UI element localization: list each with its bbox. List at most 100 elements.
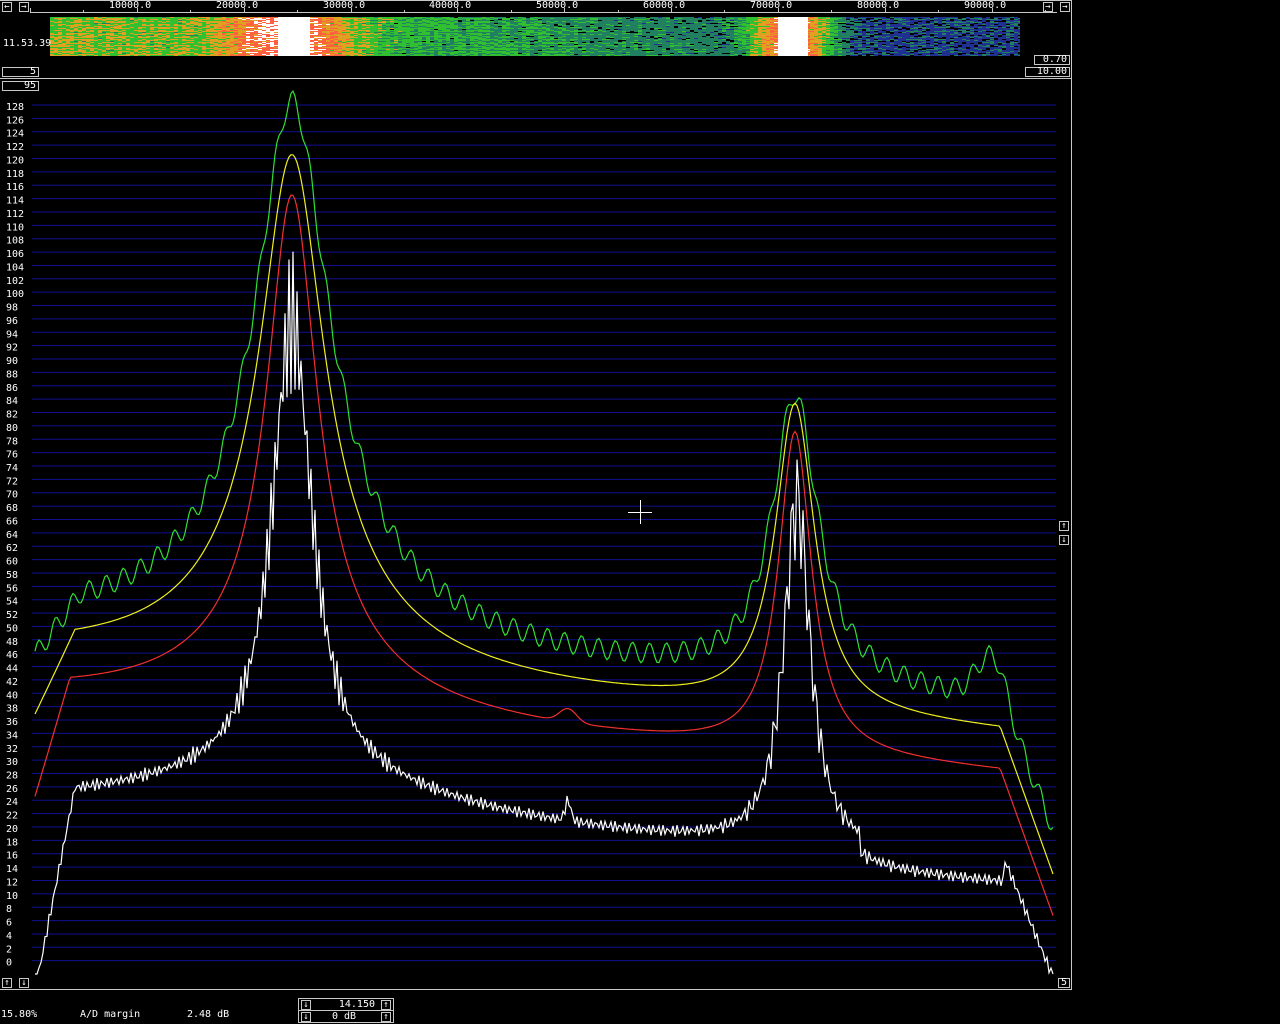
waterfall-pixel [374,18,378,19]
waterfall-pixel [426,23,430,24]
waterfall-pixel [170,30,174,31]
waterfall-pixel [342,31,346,32]
waterfall-pixel [114,19,118,20]
waterfall-pixel [418,21,422,22]
waterfall-pixel [526,25,530,26]
waterfall-pixel [498,28,502,29]
waterfall-pixel [514,37,518,38]
waterfall-pixel [414,24,418,25]
waterfall-pixel [138,30,142,31]
waterfall-pixel [558,37,562,38]
waterfall-pixel [230,23,234,24]
waterfall-pixel [426,20,430,21]
waterfall-pixel [946,17,950,18]
waterfall-pixel [562,31,566,32]
waterfall-pixel [146,31,150,32]
waterfall-pixel [550,25,554,26]
waterfall-pixel [750,27,754,28]
waterfall-pixel [382,32,386,33]
waterfall-pixel [702,34,706,35]
waterfall-pixel [226,31,230,32]
waterfall-pixel [506,28,510,29]
waterfall-pixel [690,19,694,20]
waterfall-pixel [910,32,914,33]
waterfall-pixel [354,23,358,24]
waterfall-pixel [922,19,926,20]
waterfall-pixel [410,29,414,30]
waterfall-pixel [994,28,998,29]
waterfall-pixel [274,27,278,28]
waterfall-pixel [550,33,554,34]
waterfall-pixel [314,33,318,34]
waterfall-pixel [178,35,182,36]
waterfall-pixel [710,35,714,36]
waterfall-pixel [838,19,842,20]
waterfall-pixel [690,20,694,21]
waterfall-pixel [530,32,534,33]
waterfall-pixel [878,20,882,21]
waterfall-pixel [822,21,826,22]
waterfall-pixel [606,19,610,20]
waterfall-pixel [114,23,118,24]
waterfall-pixel [842,33,846,34]
waterfall-pixel [370,24,374,25]
waterfall-pixel [822,18,826,19]
waterfall-pixel [1002,30,1006,31]
waterfall-pixel [718,25,722,26]
waterfall-pixel [198,24,202,25]
waterfall-pixel [242,37,246,38]
waterfall-pixel [98,25,102,26]
waterfall-pixel [90,25,94,26]
waterfall-pixel [82,31,86,32]
waterfall-pixel [674,37,678,38]
waterfall-pixel [474,32,478,33]
waterfall-pixel [566,31,570,32]
waterfall-pixel [362,31,366,32]
waterfall-pixel [326,26,330,27]
waterfall-pixel [62,27,66,28]
waterfall-pixel [530,21,534,22]
waterfall-pixel [310,18,314,19]
waterfall-pixel [162,31,166,32]
waterfall-pixel [118,24,122,25]
waterfall-pixel [966,23,970,24]
waterfall-pixel [466,24,470,25]
waterfall-display[interactable] [50,17,1020,56]
waterfall-pixel [970,37,974,38]
waterfall-pixel [562,24,566,25]
waterfall-pixel [562,35,566,36]
waterfall-pixel [586,19,590,20]
waterfall-pixel [762,23,766,24]
waterfall-pixel [834,34,838,35]
waterfall-pixel [542,17,546,18]
waterfall-pixel [558,21,562,22]
waterfall-pixel [414,18,418,19]
waterfall-pixel [666,21,670,22]
waterfall-pixel [842,32,846,33]
waterfall-pixel [214,27,218,28]
waterfall-pixel [706,31,710,32]
waterfall-pixel [906,23,910,24]
waterfall-pixel [950,17,954,18]
waterfall-pixel [154,32,158,33]
waterfall-pixel [446,23,450,24]
waterfall-pixel [350,29,354,30]
waterfall-pixel [966,27,970,28]
waterfall-pixel [498,27,502,28]
waterfall-pixel [1014,22,1018,23]
waterfall-pixel [398,35,402,36]
waterfall-pixel [614,36,618,37]
waterfall-pixel [902,23,906,24]
waterfall-pixel [586,29,590,30]
waterfall-pixel [70,31,74,32]
waterfall-pixel [426,26,430,27]
waterfall-pixel [362,33,366,34]
waterfall-pixel [554,37,558,38]
waterfall-pixel [754,27,758,28]
waterfall-pixel [206,22,210,23]
waterfall-pixel [458,19,462,20]
waterfall-pixel [254,30,258,31]
waterfall-pixel [610,35,614,36]
waterfall-pixel [190,27,194,28]
waterfall-pixel [878,22,882,23]
